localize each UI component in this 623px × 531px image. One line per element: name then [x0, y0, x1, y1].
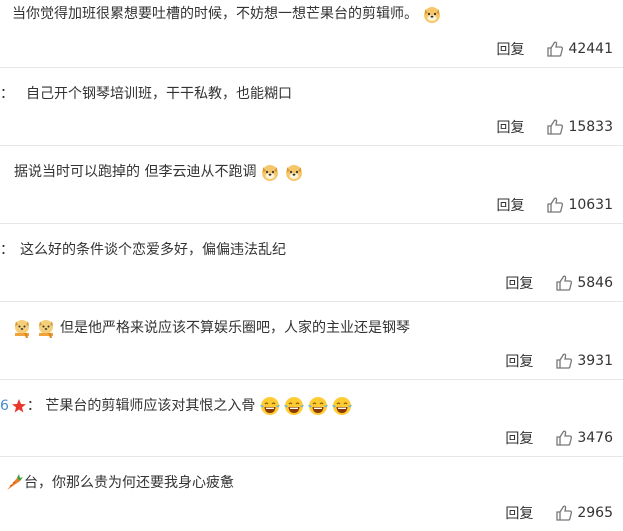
comment-row: 6 ： 芒果台的剪辑师应该对其恨之入骨 回复 3476	[0, 380, 623, 457]
comment-actions: 回复 10631	[496, 195, 613, 215]
comment-text: 据说当时可以跑掉的 但李云迪从不跑调	[14, 164, 257, 180]
comment-actions: 回复 3931	[505, 351, 613, 371]
comment-text-container: 6 ： 芒果台的剪辑师应该对其恨之入骨	[0, 396, 353, 416]
doge-scarf-icon	[12, 318, 32, 338]
laugh-cry-icon	[259, 396, 281, 416]
comment-prefix: ：	[0, 242, 14, 258]
like-count: 2965	[577, 505, 613, 521]
comment-actions: 回复 15833	[496, 117, 613, 137]
username-link[interactable]: 6	[0, 396, 9, 416]
comment-text-container: 但是他严格来说应该不算娱乐圈吧，人家的主业还是钢琴	[8, 318, 410, 338]
like-count: 5846	[577, 275, 613, 291]
comment-text-container: ： 自己开个钢琴培训班，干干私教，也能糊口	[0, 84, 292, 104]
comment-row: 据说当时可以跑掉的 但李云迪从不跑调 回复 10631	[0, 146, 623, 224]
comment-row: ： 这么好的条件谈个恋爱多好，偏偏违法乱纪 回复 5846	[0, 224, 623, 302]
like-button[interactable]: 2965	[555, 504, 613, 522]
like-button[interactable]: 42441	[546, 40, 613, 58]
comment-text: 当你觉得加班很累想要吐槽的时候，不妨想一想芒果台的剪辑师。	[12, 6, 418, 22]
thumb-up-icon	[556, 430, 573, 446]
comment-text: 但是他严格来说应该不算娱乐圈吧，人家的主业还是钢琴	[60, 320, 410, 336]
comment-text-container: 台，你那么贵为何还要我身心疲惫	[4, 473, 234, 493]
comment-prefix: ：	[0, 86, 14, 102]
thumb-up-icon	[547, 197, 564, 213]
reply-button[interactable]: 回复	[496, 39, 524, 59]
like-button[interactable]: 10631	[546, 196, 613, 214]
reply-button[interactable]: 回复	[505, 273, 533, 293]
comment-row: ： 自己开个钢琴培训班，干干私教，也能糊口 回复 15833	[0, 68, 623, 146]
comment-actions: 回复 5846	[505, 273, 613, 293]
like-count: 10631	[568, 197, 613, 213]
carrot-icon	[4, 473, 24, 493]
reply-button[interactable]: 回复	[496, 195, 524, 215]
dog-face-icon	[422, 4, 442, 24]
like-button[interactable]: 5846	[555, 274, 613, 292]
comment-actions: 回复 2965	[505, 503, 613, 523]
laugh-cry-icon	[331, 396, 353, 416]
comment-text: 自己开个钢琴培训班，干干私教，也能糊口	[26, 86, 292, 102]
thumb-up-icon	[547, 119, 564, 135]
laugh-cry-icon	[283, 396, 305, 416]
like-button[interactable]: 15833	[546, 118, 613, 136]
like-count: 15833	[568, 119, 613, 135]
thumb-up-icon	[547, 41, 564, 57]
like-count: 3476	[577, 430, 613, 446]
like-button[interactable]: 3931	[555, 352, 613, 370]
comment-text-container: 据说当时可以跑掉的 但李云迪从不跑调	[14, 162, 304, 182]
thumb-up-icon	[556, 353, 573, 369]
comment-row: 台，你那么贵为何还要我身心疲惫 回复 2965	[0, 457, 623, 531]
comment-row: 当你觉得加班很累想要吐槽的时候，不妨想一想芒果台的剪辑师。 回复 42441	[0, 0, 623, 68]
doge-scarf-icon	[36, 318, 56, 338]
like-button[interactable]: 3476	[555, 429, 613, 447]
comment-text: 台，你那么贵为何还要我身心疲惫	[24, 475, 234, 491]
comment-text: ： 芒果台的剪辑师应该对其恨之入骨	[26, 398, 256, 414]
comment-text-container: ： 这么好的条件谈个恋爱多好，偏偏违法乱纪	[0, 240, 286, 260]
thumb-up-icon	[556, 505, 573, 521]
reply-button[interactable]: 回复	[505, 503, 533, 523]
reply-button[interactable]: 回复	[496, 117, 524, 137]
dog-face-icon	[284, 162, 304, 182]
comment-text: 这么好的条件谈个恋爱多好，偏偏违法乱纪	[20, 242, 286, 258]
laugh-cry-icon	[307, 396, 329, 416]
dog-face-icon	[260, 162, 280, 182]
thumb-up-icon	[556, 275, 573, 291]
star-icon	[11, 398, 27, 414]
comment-text-container: 当你觉得加班很累想要吐槽的时候，不妨想一想芒果台的剪辑师。	[12, 4, 442, 24]
comment-row: 但是他严格来说应该不算娱乐圈吧，人家的主业还是钢琴 回复 3931	[0, 302, 623, 380]
like-count: 3931	[577, 353, 613, 369]
comment-actions: 回复 42441	[496, 39, 613, 59]
reply-button[interactable]: 回复	[505, 428, 533, 448]
comment-actions: 回复 3476	[505, 428, 613, 448]
reply-button[interactable]: 回复	[505, 351, 533, 371]
like-count: 42441	[568, 41, 613, 57]
